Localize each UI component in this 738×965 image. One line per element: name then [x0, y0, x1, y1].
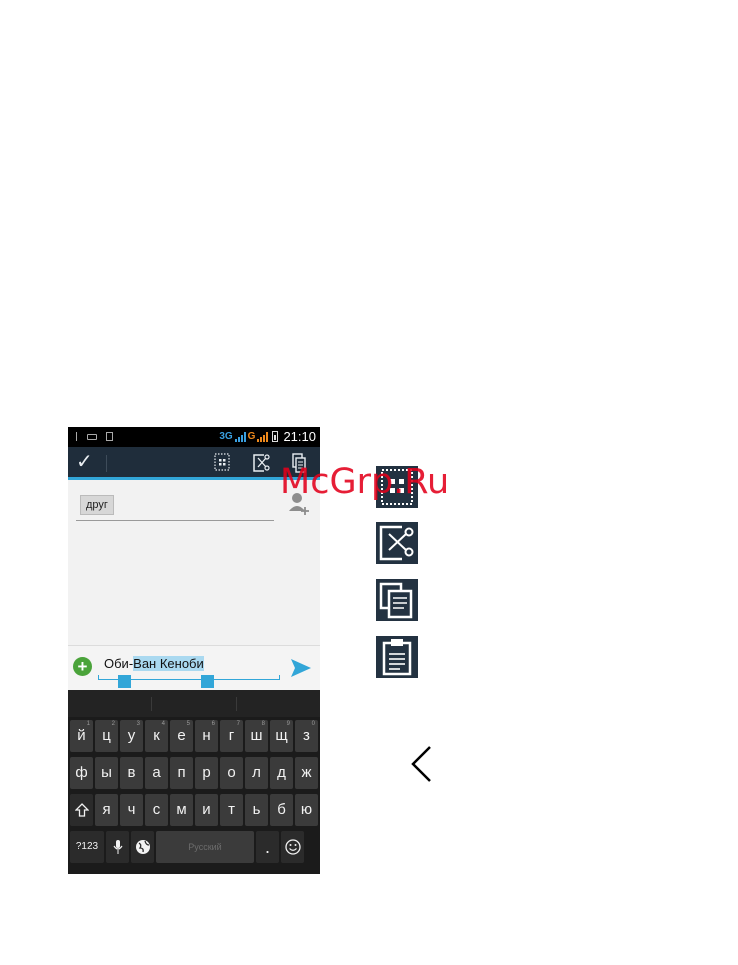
key-hint: 3 — [136, 721, 140, 727]
key-label: ц — [102, 727, 111, 744]
key-hint: 1 — [86, 721, 90, 727]
selection-handle-end[interactable] — [201, 675, 214, 688]
watermark: McGrp.Ru — [280, 462, 450, 502]
battery-icon — [272, 431, 279, 442]
keyboard-row-2: фывапролджэ — [70, 757, 320, 789]
keyboard-row-4: ?123 Русский . — [70, 831, 304, 863]
key-hint: 8 — [261, 721, 265, 727]
key[interactable]: 2ц — [95, 720, 118, 752]
key-label: й — [77, 727, 86, 744]
network-type-g: G — [247, 431, 256, 442]
sd-card-icon — [106, 432, 113, 441]
key-hint: 4 — [161, 721, 165, 727]
keyboard-row-1: 1й2ц3у4к5е6н7г8ш9щ0зх — [70, 720, 320, 752]
send-icon[interactable] — [290, 658, 312, 683]
key-hint: 6 — [211, 721, 215, 727]
signal-icon — [234, 431, 246, 442]
usb-icon — [76, 432, 78, 441]
recipient-area: друг — [68, 483, 320, 645]
key[interactable]: ы — [95, 757, 118, 789]
period-key[interactable]: . — [256, 831, 279, 863]
key[interactable]: б — [270, 794, 293, 826]
key[interactable]: 8ш — [245, 720, 268, 752]
key-label: у — [127, 727, 136, 744]
signal-icon-secondary — [257, 431, 269, 442]
key-hint: 0 — [311, 721, 315, 727]
key[interactable]: ь — [245, 794, 268, 826]
suggestion-strip — [68, 690, 320, 717]
key[interactable]: 4к — [145, 720, 168, 752]
language-globe-key[interactable] — [131, 831, 154, 863]
paste-icon — [376, 636, 418, 678]
symbols-key[interactable]: ?123 — [70, 831, 104, 863]
key-hint: 5 — [186, 721, 190, 727]
keyboard-row-3: ячсмитьбю — [70, 794, 320, 826]
plus-icon[interactable]: + — [73, 657, 92, 676]
message-text-selection: Ван Кеноби — [133, 656, 204, 671]
key-label: ш — [250, 727, 263, 744]
back-chevron-icon — [409, 745, 433, 788]
message-text-unselected: Оби- — [104, 656, 134, 671]
key[interactable]: ф — [70, 757, 93, 789]
key[interactable]: ч — [120, 794, 143, 826]
key[interactable]: 7г — [220, 720, 243, 752]
compose-bar: + Оби-Ван Кеноби — [68, 645, 320, 690]
key[interactable]: 0з — [295, 720, 318, 752]
key[interactable]: 1й — [70, 720, 93, 752]
cut-icon[interactable] — [252, 453, 270, 478]
status-bar: 3G G 21:10 — [68, 427, 320, 447]
key[interactable]: а — [145, 757, 168, 789]
select-all-icon[interactable] — [214, 453, 230, 476]
suggestion-divider — [236, 697, 237, 711]
network-type-3g: 3G — [219, 431, 233, 442]
key[interactable]: л — [245, 757, 268, 789]
action-bar-divider — [106, 455, 107, 472]
key-hint: 7 — [236, 721, 240, 727]
keyboard-notification-icon — [87, 433, 97, 440]
key-hint: 2 — [111, 721, 115, 727]
key[interactable]: 6н — [195, 720, 218, 752]
key[interactable]: т — [220, 794, 243, 826]
selection-handle-start[interactable] — [118, 675, 131, 688]
key-label: щ — [275, 727, 288, 744]
space-bar[interactable]: Русский — [156, 831, 254, 863]
suggestion-divider — [151, 697, 152, 711]
key[interactable]: р — [195, 757, 218, 789]
key[interactable]: 3у — [120, 720, 143, 752]
recipient-chip[interactable]: друг — [80, 495, 114, 515]
key[interactable]: с — [145, 794, 168, 826]
copy-icon — [376, 579, 418, 621]
key[interactable]: в — [120, 757, 143, 789]
recipient-field-underline — [76, 520, 274, 521]
status-clock: 21:10 — [283, 429, 316, 444]
emoji-key[interactable] — [281, 831, 304, 863]
message-input[interactable]: Оби-Ван Кеноби — [104, 656, 204, 671]
key[interactable]: 5е — [170, 720, 193, 752]
key[interactable]: о — [220, 757, 243, 789]
key[interactable]: и — [195, 794, 218, 826]
key-label: к — [153, 727, 160, 744]
key-label: н — [202, 727, 211, 744]
key[interactable]: ю — [295, 794, 318, 826]
key[interactable]: ж — [295, 757, 318, 789]
soft-keyboard: 1й2ц3у4к5е6н7г8ш9щ0зх фывапролджэ ячсмит… — [68, 690, 320, 874]
mic-key[interactable] — [106, 831, 129, 863]
key[interactable]: д — [270, 757, 293, 789]
cut-icon — [376, 522, 418, 564]
checkmark-icon[interactable]: ✓ — [76, 451, 93, 473]
key-label: з — [303, 727, 310, 744]
key[interactable]: я — [95, 794, 118, 826]
key[interactable]: м — [170, 794, 193, 826]
key[interactable]: 9щ — [270, 720, 293, 752]
key-hint: 9 — [286, 721, 290, 727]
shift-key[interactable] — [70, 794, 93, 826]
key-label: е — [177, 727, 186, 744]
key-label: г — [228, 727, 235, 744]
key[interactable]: п — [170, 757, 193, 789]
